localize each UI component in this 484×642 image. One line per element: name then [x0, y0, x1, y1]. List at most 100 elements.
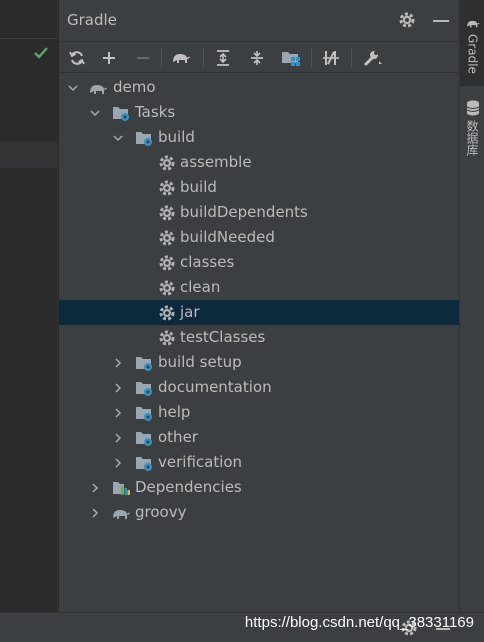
- tree-label: groovy: [135, 503, 187, 521]
- toggle-offline-button[interactable]: [319, 46, 343, 70]
- chevron-right-icon[interactable]: [89, 507, 101, 519]
- chevron-right-icon[interactable]: [112, 407, 124, 419]
- tree-task-buildneeded[interactable]: buildNeeded: [59, 225, 459, 250]
- status-bar: https://blog.csdn.net/qq_38331169: [0, 612, 484, 642]
- tree-node-tasks[interactable]: Tasks: [59, 100, 459, 125]
- tree-label: verification: [158, 453, 243, 471]
- chevron-right-icon[interactable]: [112, 357, 124, 369]
- gear-icon: [159, 180, 175, 196]
- tab-database[interactable]: 数据库: [460, 96, 484, 156]
- task-folder-icon: [136, 457, 152, 471]
- tree-node-demo[interactable]: demo: [59, 75, 459, 100]
- toolbar: [59, 41, 459, 73]
- add-icon: [103, 52, 115, 64]
- panel-header: Gradle: [59, 0, 459, 40]
- collapse-all-icon: [251, 51, 263, 65]
- tree-label: build: [158, 128, 195, 146]
- database-icon: [466, 100, 479, 116]
- watermark-text: https://blog.csdn.net/qq_38331169: [244, 614, 474, 631]
- chevron-down-icon[interactable]: [112, 132, 124, 144]
- tree-label: clean: [180, 278, 221, 296]
- tree-label: Tasks: [135, 103, 176, 121]
- tree-label: build: [180, 178, 217, 196]
- expand-all-button[interactable]: [211, 46, 235, 70]
- task-folder-icon: [136, 407, 152, 421]
- gradle-elephant-icon: [90, 85, 107, 94]
- toolbar-separator: [161, 48, 162, 68]
- tree-label: Dependencies: [135, 478, 242, 496]
- tree-node-groovy[interactable]: groovy: [59, 500, 459, 525]
- execute-task-button[interactable]: [169, 46, 193, 70]
- gear-icon: [159, 155, 175, 171]
- collapse-all-button[interactable]: [245, 46, 269, 70]
- tree-task-assemble[interactable]: assemble: [59, 150, 459, 175]
- tree-node-other[interactable]: other: [59, 425, 459, 450]
- gear-icon: [159, 230, 175, 246]
- remove-icon: [137, 57, 149, 59]
- tree-task-builddependents[interactable]: buildDependents: [59, 200, 459, 225]
- tree-label: build setup: [158, 353, 242, 371]
- tree-task-jar[interactable]: jar: [59, 300, 459, 325]
- toggle-offline-icon: [323, 51, 339, 65]
- gradle-elephant-icon: [466, 20, 480, 28]
- check-icon: [34, 47, 48, 59]
- gear-icon: [159, 255, 175, 271]
- tree-task-build[interactable]: build: [59, 175, 459, 200]
- tree-label: documentation: [158, 378, 272, 396]
- tree-label: buildNeeded: [180, 228, 275, 246]
- tree-label: assemble: [180, 153, 252, 171]
- chevron-right-icon[interactable]: [112, 432, 124, 444]
- gradle-elephant-icon: [173, 54, 190, 63]
- gear-icon[interactable]: [398, 11, 416, 29]
- tree-label: buildDependents: [180, 203, 308, 221]
- chevron-right-icon[interactable]: [112, 457, 124, 469]
- tree-label: other: [158, 428, 198, 446]
- editor-gutter: [0, 0, 58, 612]
- add-button[interactable]: [97, 46, 121, 70]
- tree-node-dependencies[interactable]: Dependencies: [59, 475, 459, 500]
- tree-label: jar: [180, 303, 200, 321]
- chevron-right-icon[interactable]: [112, 382, 124, 394]
- refresh-button[interactable]: [65, 46, 89, 70]
- dependencies-icon: [113, 482, 130, 495]
- gear-icon: [159, 280, 175, 296]
- tab-gradle-label: Gradle: [465, 34, 480, 74]
- refresh-icon: [69, 51, 85, 65]
- group-modules-button[interactable]: [279, 46, 303, 70]
- tree-label: classes: [180, 253, 235, 271]
- gear-icon: [159, 305, 175, 321]
- tree-node-build-setup[interactable]: build setup: [59, 350, 459, 375]
- task-folder-icon: [113, 107, 129, 121]
- task-folder-icon: [136, 132, 152, 146]
- tree-node-build-group[interactable]: build: [59, 125, 459, 150]
- gradle-elephant-icon: [113, 510, 130, 519]
- tree-label: help: [158, 403, 191, 421]
- toolbar-separator: [351, 48, 352, 68]
- remove-button[interactable]: [131, 46, 155, 70]
- toolbar-separator: [311, 48, 312, 68]
- right-tool-strip: Gradle 数据库: [459, 0, 484, 612]
- tree-task-clean[interactable]: clean: [59, 275, 459, 300]
- gear-icon: [159, 330, 175, 346]
- tree-node-verification[interactable]: verification: [59, 450, 459, 475]
- panel-title: Gradle: [67, 11, 117, 29]
- gradle-panel: Gradle demo Tasks build assemble build b…: [59, 0, 459, 612]
- tree-task-classes[interactable]: classes: [59, 250, 459, 275]
- tree-node-documentation[interactable]: documentation: [59, 375, 459, 400]
- tree-task-testclasses[interactable]: testClasses: [59, 325, 459, 350]
- editor-highlight-row: [0, 142, 58, 168]
- settings-wrench-icon: [363, 51, 382, 67]
- tab-database-label: 数据库: [465, 120, 479, 156]
- tree-node-help[interactable]: help: [59, 400, 459, 425]
- minimize-icon[interactable]: [433, 20, 449, 22]
- chevron-right-icon[interactable]: [89, 482, 101, 494]
- task-folder-icon: [136, 357, 152, 371]
- tree-label: testClasses: [180, 328, 266, 346]
- build-tool-settings-button[interactable]: [361, 46, 385, 70]
- chevron-down-icon[interactable]: [89, 107, 101, 119]
- group-modules-icon: [282, 52, 300, 66]
- tab-gradle[interactable]: Gradle: [460, 0, 484, 86]
- chevron-down-icon[interactable]: [67, 82, 79, 94]
- gear-icon: [159, 205, 175, 221]
- expand-all-icon: [217, 50, 229, 66]
